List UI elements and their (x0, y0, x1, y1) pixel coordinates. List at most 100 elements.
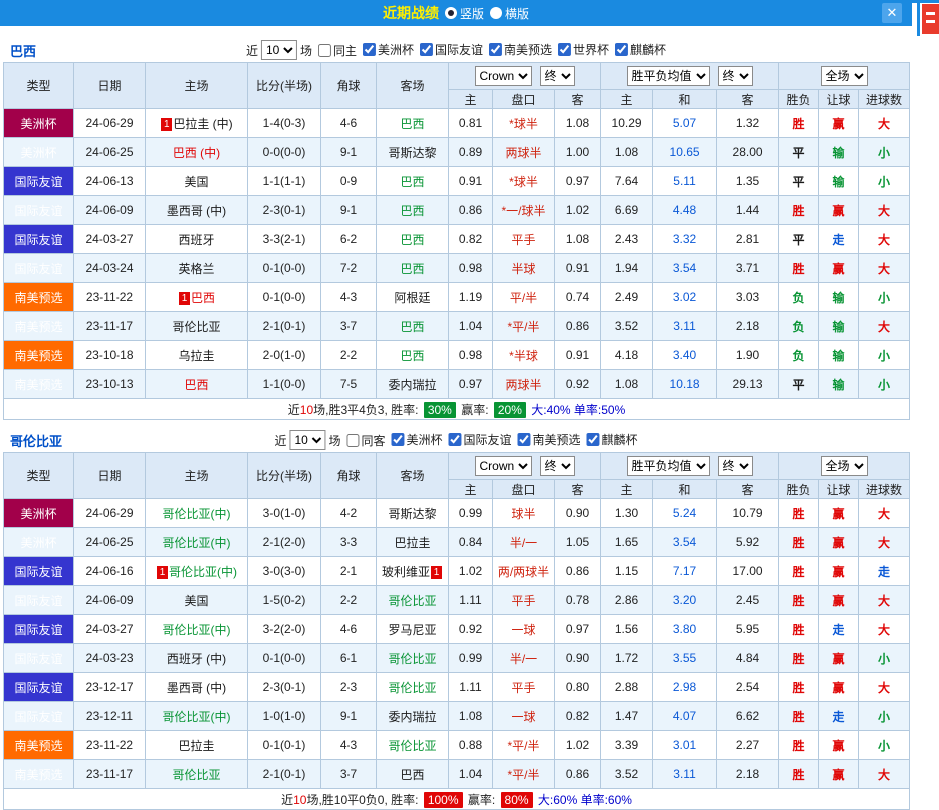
same-venue-checkbox[interactable] (317, 43, 331, 57)
away-team-name[interactable]: 哥伦比亚 (388, 681, 436, 695)
cup-checkbox[interactable] (586, 433, 600, 446)
home-team-name[interactable]: 哥伦比亚(中) (163, 623, 231, 637)
cup-checkbox[interactable] (558, 43, 572, 56)
away-team-name[interactable]: 哥斯达黎 (388, 146, 436, 160)
match-date-cell: 23-10-18 (73, 340, 146, 370)
away-team-name[interactable]: 巴西 (400, 768, 424, 782)
home-team-name[interactable]: 哥伦比亚(中) (163, 710, 231, 724)
scope-select[interactable]: 全场 (820, 66, 868, 86)
match-count-select[interactable]: 10 (289, 430, 326, 450)
odds-time-select[interactable]: 终 (717, 456, 753, 476)
match-date-cell: 24-06-25 (73, 137, 146, 167)
away-team-name[interactable]: 委内瑞拉 (388, 378, 436, 392)
vertical-radio-icon[interactable] (444, 7, 457, 19)
match-count-select[interactable]: 10 (260, 40, 297, 60)
handicap-result-cell: 赢 (818, 108, 860, 138)
away-team-name[interactable]: 巴西 (400, 320, 424, 334)
away-team-name[interactable]: 哥伦比亚 (388, 739, 436, 753)
away-team-name[interactable]: 巴西 (400, 117, 424, 131)
cup-checkbox[interactable] (489, 43, 503, 56)
match-date-cell: 24-06-09 (73, 585, 146, 615)
home-team-name[interactable]: 美国 (184, 594, 208, 608)
cup-checkbox[interactable] (448, 433, 462, 446)
home-team-name[interactable]: 哥伦比亚 (172, 320, 220, 334)
cup-checkbox[interactable] (362, 43, 376, 56)
home-team-name[interactable]: 巴西 (中) (173, 146, 220, 160)
cup-filter[interactable]: 世界杯 (558, 41, 609, 58)
clipped-red-button[interactable] (922, 4, 939, 34)
home-team-name[interactable]: 巴西 (184, 378, 208, 392)
away-team-name[interactable]: 哥斯达黎 (388, 507, 436, 521)
cup-filter[interactable]: 麒麟杯 (586, 431, 638, 448)
scope-select[interactable]: 全场 (820, 456, 868, 476)
team-title[interactable]: 巴西 (10, 41, 36, 60)
home-team-name[interactable]: 哥伦比亚(中) (163, 536, 231, 550)
away-team-name[interactable]: 阿根廷 (394, 291, 430, 305)
away-team-name[interactable]: 巴西 (400, 175, 424, 189)
horizontal-layout-option[interactable]: 横版 (490, 5, 529, 22)
away-team-name[interactable]: 哥伦比亚 (388, 594, 436, 608)
home-team-name[interactable]: 西班牙 (中) (167, 652, 226, 666)
match-row: 南美预选 23-11-22 1 巴西 0-1(0-0) 4-3 阿根廷 1.19 平/半 0.74… (3, 282, 911, 312)
draw-odds: 10.18 (652, 369, 718, 399)
home-team-name[interactable]: 墨西哥 (中) (167, 681, 226, 695)
away-team-name[interactable]: 委内瑞拉 (388, 710, 436, 724)
home-team-name[interactable]: 美国 (184, 175, 208, 189)
close-icon[interactable]: ✕ (882, 3, 902, 23)
match-type-cell: 美洲杯 (3, 498, 74, 528)
cup-filter[interactable]: 美洲杯 (391, 431, 443, 448)
score-cell: 2-0(1-0) (247, 340, 321, 370)
cup-filter[interactable]: 南美预选 (517, 431, 581, 448)
home-win-odds: 1.15 (600, 556, 654, 586)
same-venue-filter[interactable]: 同主 (317, 42, 357, 59)
cup-filter[interactable]: 麒麟杯 (615, 41, 666, 58)
cup-filter[interactable]: 美洲杯 (362, 41, 414, 58)
odds-time-select[interactable]: 终 (717, 66, 753, 86)
home-team-name[interactable]: 哥伦比亚(中) (169, 565, 237, 579)
away-team-cell: 巴西 (376, 253, 449, 283)
home-team-name[interactable]: 哥伦比亚(中) (163, 507, 231, 521)
home-team-name[interactable]: 巴拉圭 (178, 739, 214, 753)
cup-checkbox[interactable] (391, 433, 405, 446)
rank-badge: 1 (431, 565, 442, 579)
score-cell: 1-0(1-0) (247, 701, 321, 731)
team-title[interactable]: 哥伦比亚 (10, 431, 62, 450)
vertical-layout-option[interactable]: 竖版 (444, 5, 484, 22)
home-team-name[interactable]: 西班牙 (178, 233, 214, 247)
horizontal-radio-icon[interactable] (490, 7, 502, 19)
handicap-time-select[interactable]: 终 (539, 66, 575, 86)
cup-filter[interactable]: 国际友谊 (420, 41, 483, 58)
handicap-time-select[interactable]: 终 (539, 456, 575, 476)
match-type-cell: 国际友谊 (3, 253, 74, 283)
draw-odds: 3.55 (652, 643, 718, 673)
away-win-odds: 2.81 (716, 224, 780, 254)
away-team-name[interactable]: 巴西 (400, 349, 424, 363)
cup-checkbox[interactable] (420, 43, 433, 56)
away-team-name[interactable]: 哥伦比亚 (388, 652, 436, 666)
home-team-name[interactable]: 巴西 (191, 291, 215, 305)
bookmaker-select[interactable]: Crown (474, 456, 532, 476)
home-team-name[interactable]: 墨西哥 (中) (167, 204, 226, 218)
away-team-name[interactable]: 巴西 (400, 233, 424, 247)
cup-filter[interactable]: 南美预选 (489, 41, 552, 58)
odds-type-select[interactable]: 胜平负均值 (626, 456, 710, 476)
home-team-name[interactable]: 英格兰 (178, 262, 214, 276)
bookmaker-select[interactable]: Crown (474, 66, 532, 86)
away-team-name[interactable]: 罗马尼亚 (388, 623, 436, 637)
home-team-name[interactable]: 巴拉圭 (中) (173, 117, 232, 131)
corner-cell: 0-9 (320, 166, 377, 196)
home-team-name[interactable]: 乌拉圭 (178, 349, 214, 363)
away-team-name[interactable]: 玻利维亚 (382, 565, 430, 579)
cup-checkbox[interactable] (615, 43, 629, 56)
same-venue-checkbox[interactable] (346, 433, 360, 447)
cup-filter[interactable]: 国际友谊 (448, 431, 512, 448)
same-venue-filter[interactable]: 同客 (346, 432, 385, 449)
away-team-name[interactable]: 巴西 (400, 204, 424, 218)
away-team-name[interactable]: 巴西 (400, 262, 424, 276)
cup-checkbox[interactable] (517, 433, 531, 446)
match-type-cell: 美洲杯 (3, 527, 74, 557)
home-win-odds: 3.52 (600, 311, 654, 341)
away-team-name[interactable]: 巴拉圭 (394, 536, 430, 550)
odds-type-select[interactable]: 胜平负均值 (626, 66, 710, 86)
home-team-name[interactable]: 哥伦比亚 (172, 768, 220, 782)
